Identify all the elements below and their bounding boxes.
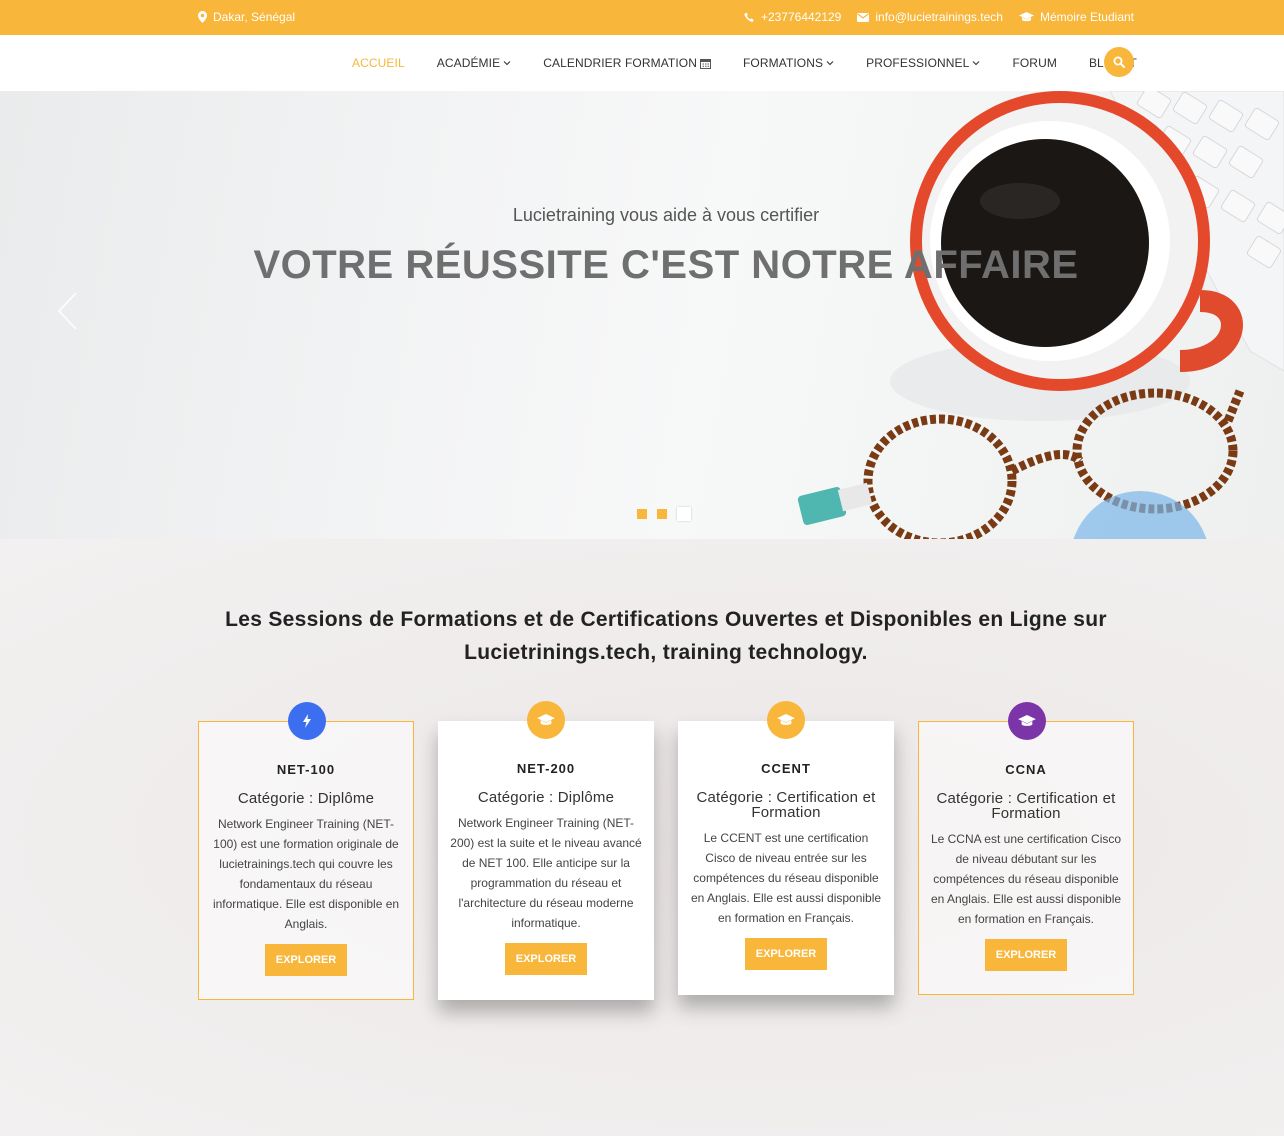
course-card-net-200: NET-200 Catégorie : Diplôme Network Engi… bbox=[438, 701, 654, 1000]
card-description: Le CCNA est une certification Cisco de n… bbox=[930, 832, 1122, 926]
location: Dakar, Sénégal bbox=[198, 10, 295, 24]
nav-item-label: FORUM bbox=[1012, 56, 1057, 70]
card-code: CCENT bbox=[761, 761, 811, 776]
hero-background-image bbox=[797, 91, 1284, 539]
card-category: Catégorie : Certification et Formation bbox=[936, 790, 1116, 822]
card-code: NET-200 bbox=[516, 761, 576, 776]
card-code: CCNA bbox=[1005, 762, 1047, 777]
phone-icon bbox=[744, 12, 754, 22]
search-icon bbox=[1113, 56, 1125, 68]
phone-text: +23776442129 bbox=[760, 10, 842, 24]
graduation-cap-icon bbox=[777, 713, 795, 725]
nav-item-professionnel[interactable]: PROFESSIONNEL bbox=[850, 56, 996, 70]
memoire-link[interactable]: Mémoire Etudiant bbox=[1018, 10, 1134, 24]
card-description: Network Engineer Training (NET-200) est … bbox=[450, 816, 642, 930]
section-title: Les Sessions de Formations et de Certifi… bbox=[225, 608, 1107, 664]
course-card-ccent: CCENT Catégorie : Certification et Forma… bbox=[678, 701, 894, 995]
explore-button[interactable]: EXPLORER bbox=[505, 943, 587, 975]
search-button[interactable] bbox=[1104, 47, 1134, 77]
email-link[interactable]: info@lucietrainings.tech bbox=[857, 10, 1003, 24]
hero-headline: VOTRE RÉUSSITE C'EST NOTRE AFFAIRE bbox=[253, 243, 1079, 287]
slider-dot-2[interactable] bbox=[657, 509, 667, 519]
nav-menu: ACCUEIL ACADÉMIE CALENDRIER FORMATION FO… bbox=[336, 35, 1153, 91]
card-category: Catégorie : Diplôme bbox=[477, 789, 615, 806]
explore-button[interactable]: EXPLORER bbox=[985, 939, 1067, 971]
nav-item-academie[interactable]: ACADÉMIE bbox=[421, 56, 527, 70]
main-navigation: ACCUEIL ACADÉMIE CALENDRIER FORMATION FO… bbox=[0, 35, 1284, 91]
chevron-down-icon bbox=[503, 61, 511, 66]
card-description: Le CCENT est une certification Cisco de … bbox=[690, 831, 882, 925]
nav-item-label: CALENDRIER FORMATION bbox=[543, 56, 697, 70]
graduation-cap-icon bbox=[1018, 11, 1034, 21]
memoire-text: Mémoire Etudiant bbox=[1039, 10, 1134, 24]
card-code: NET-100 bbox=[276, 762, 336, 777]
envelope-icon bbox=[857, 12, 870, 22]
slider-prev-arrow-icon[interactable] bbox=[56, 291, 78, 331]
usb-stick-image bbox=[797, 482, 873, 526]
slider-pagination bbox=[637, 507, 691, 521]
top-bar: Dakar, Sénégal +23776442129 info@lucietr… bbox=[0, 0, 1284, 35]
card-category: Catégorie : Diplôme bbox=[237, 790, 375, 807]
hero-slider: Lucietraining vous aide à vous certifier… bbox=[0, 91, 1284, 539]
nav-item-label: ACCUEIL bbox=[352, 56, 405, 70]
training-sessions-section: Les Sessions de Formations et de Certifi… bbox=[0, 539, 1284, 1136]
chevron-down-icon bbox=[973, 61, 980, 66]
nav-item-forum[interactable]: FORUM bbox=[996, 56, 1073, 70]
card-badge bbox=[527, 701, 565, 739]
explore-button[interactable]: EXPLORER bbox=[745, 938, 827, 970]
email-text: info@lucietrainings.tech bbox=[875, 10, 1003, 24]
card-badge bbox=[767, 701, 805, 739]
course-card-net-100: NET-100 Catégorie : Diplôme Network Engi… bbox=[198, 702, 414, 1000]
slider-dot-1[interactable] bbox=[637, 509, 647, 519]
calendar-icon bbox=[700, 58, 711, 69]
card-description: Network Engineer Training (NET-100) est … bbox=[212, 817, 400, 931]
card-badge bbox=[288, 702, 326, 740]
nav-item-formations[interactable]: FORMATIONS bbox=[727, 56, 850, 70]
graduation-cap-icon bbox=[537, 713, 555, 725]
card-badge bbox=[1008, 702, 1046, 740]
location-text: Dakar, Sénégal bbox=[213, 10, 296, 24]
chevron-down-icon bbox=[826, 61, 834, 66]
nav-item-label: PROFESSIONNEL bbox=[866, 56, 970, 70]
bolt-icon bbox=[303, 714, 311, 728]
nav-item-calendrier-formation[interactable]: CALENDRIER FORMATION bbox=[527, 56, 727, 70]
course-card-ccna: CCNA Catégorie : Certification et Format… bbox=[918, 702, 1134, 995]
slider-dot-3[interactable] bbox=[677, 507, 691, 521]
phone-link[interactable]: +23776442129 bbox=[744, 10, 841, 24]
map-marker-icon bbox=[198, 11, 207, 23]
nav-item-label: ACADÉMIE bbox=[436, 56, 501, 70]
graduation-cap-icon bbox=[1018, 714, 1036, 726]
nav-item-accueil[interactable]: ACCUEIL bbox=[336, 56, 421, 70]
explore-button[interactable]: EXPLORER bbox=[265, 944, 347, 976]
card-category: Catégorie : Certification et Formation bbox=[696, 789, 876, 821]
nav-item-label: FORMATIONS bbox=[743, 56, 824, 70]
